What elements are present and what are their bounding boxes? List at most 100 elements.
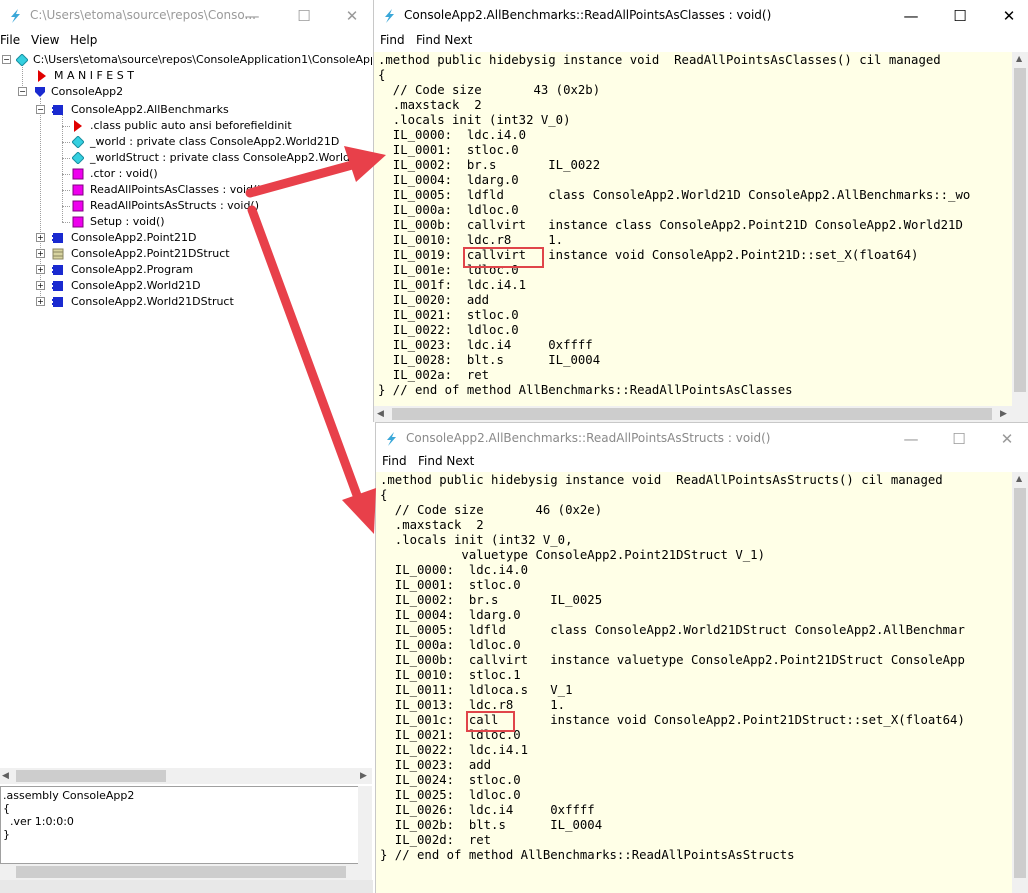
code-line: IL_0001: stloc.0 xyxy=(378,143,519,157)
collapse-icon[interactable]: − xyxy=(2,55,11,64)
minimize-button[interactable]: — xyxy=(894,427,928,451)
expand-icon[interactable]: + xyxy=(36,233,45,242)
code-line: .maxstack 2 xyxy=(380,518,484,532)
callvirt-highlight-box xyxy=(463,247,544,268)
code-line: .maxstack 2 xyxy=(378,98,482,112)
class-blue-icon xyxy=(52,265,63,275)
method-magenta-icon xyxy=(72,168,84,180)
code-line: // Code size 43 (0x2b) xyxy=(378,83,601,97)
class-blue-icon xyxy=(52,297,63,307)
code-line: IL_0000: ldc.i4.0 xyxy=(380,563,529,577)
classes-vertical-scrollbar[interactable]: ▲ xyxy=(1012,52,1028,408)
close-button[interactable]: ✕ xyxy=(990,427,1024,451)
minimize-button[interactable]: — xyxy=(235,4,269,28)
collapse-icon[interactable]: − xyxy=(18,87,27,96)
code-line: IL_0011: ldloca.s V_1 xyxy=(380,683,573,697)
structs-vertical-scrollbar[interactable]: ▲ xyxy=(1012,472,1028,893)
ildasm-app-icon xyxy=(11,9,20,23)
main-window-title: C:\Users\etoma\source\repos\Conso... xyxy=(30,8,256,22)
menu-file[interactable]: File xyxy=(0,33,20,47)
structs-menubar: Find Find Next xyxy=(376,453,1028,471)
code-line: // Code size 46 (0x2e) xyxy=(380,503,603,517)
code-line: IL_0023: ldc.i4 0xffff xyxy=(378,338,593,352)
diamond-cyan-icon xyxy=(72,152,84,164)
code-line: IL_0019: callvirt instance void ConsoleA… xyxy=(378,248,919,262)
close-button[interactable]: ✕ xyxy=(335,4,369,28)
code-line: IL_0022: ldloc.0 xyxy=(378,323,519,337)
scroll-up-icon[interactable]: ▲ xyxy=(1016,474,1022,483)
code-line: IL_002b: blt.s IL_0004 xyxy=(380,818,603,832)
structs-titlebar: ConsoleApp2.AllBenchmarks::ReadAllPoints… xyxy=(376,423,1028,455)
code-line: valuetype ConsoleApp2.Point21DStruct V_1… xyxy=(380,548,765,562)
classes-menubar: Find Find Next xyxy=(374,32,1028,50)
code-line: IL_000a: ldloc.0 xyxy=(378,203,519,217)
code-line: } // end of method AllBenchmarks::ReadAl… xyxy=(378,383,793,397)
expand-icon[interactable]: + xyxy=(36,281,45,290)
menu-find-next[interactable]: Find Next xyxy=(416,33,472,47)
expand-icon[interactable]: + xyxy=(36,297,45,306)
scroll-thumb[interactable] xyxy=(392,408,992,420)
class-blue-icon xyxy=(52,233,63,243)
assembly-info-pane: .assembly ConsoleApp2 { .ver 1:0:0:0 } xyxy=(0,786,360,864)
scroll-left-icon[interactable]: ◀ xyxy=(377,409,384,419)
code-line: IL_000b: callvirt instance class Console… xyxy=(378,218,963,232)
classes-code-view[interactable]: .method public hidebysig instance void R… xyxy=(374,52,1012,408)
tree-horizontal-scrollbar[interactable]: ◀ ▶ xyxy=(0,768,372,784)
menu-find[interactable]: Find xyxy=(382,454,407,468)
menu-view[interactable]: View xyxy=(31,33,59,47)
ildasm-main-window: C:\Users\etoma\source\repos\Conso... — ☐… xyxy=(0,0,373,893)
structs-window-title: ConsoleApp2.AllBenchmarks::ReadAllPoints… xyxy=(406,431,771,445)
scroll-thumb[interactable] xyxy=(16,866,346,878)
code-line: IL_0010: stloc.1 xyxy=(380,668,521,682)
status-strip xyxy=(0,880,373,893)
expand-icon[interactable]: + xyxy=(36,249,45,258)
maximize-button[interactable]: ☐ xyxy=(943,4,977,28)
code-line: IL_0004: ldarg.0 xyxy=(378,173,519,187)
scroll-right-icon[interactable]: ▶ xyxy=(1000,409,1007,419)
call-highlight-box xyxy=(466,711,515,732)
maximize-button[interactable]: ☐ xyxy=(942,427,976,451)
info-vertical-scrollbar[interactable] xyxy=(358,786,372,864)
menu-find[interactable]: Find xyxy=(380,33,405,47)
minimize-button[interactable]: — xyxy=(894,4,928,28)
menu-find-next[interactable]: Find Next xyxy=(418,454,474,468)
class-blue-icon xyxy=(52,281,63,291)
classes-horizontal-scrollbar[interactable]: ◀ ▶ xyxy=(374,406,1028,422)
expand-icon[interactable]: + xyxy=(36,265,45,274)
scroll-right-icon[interactable]: ▶ xyxy=(360,771,367,781)
code-line: IL_0020: add xyxy=(378,293,490,307)
collapse-icon[interactable]: − xyxy=(36,105,45,114)
maximize-button[interactable]: ☐ xyxy=(287,4,321,28)
code-line: IL_000b: callvirt instance valuetype Con… xyxy=(380,653,965,667)
code-line: IL_0005: ldfld class ConsoleApp2.World21… xyxy=(378,188,971,202)
code-line: IL_0026: ldc.i4 0xffff xyxy=(380,803,595,817)
classes-titlebar: ConsoleApp2.AllBenchmarks::ReadAllPoints… xyxy=(374,0,1028,32)
scroll-thumb[interactable] xyxy=(1014,68,1026,392)
info-horizontal-scrollbar[interactable] xyxy=(0,864,372,880)
ildasm-app-icon xyxy=(385,9,394,23)
code-line: IL_0023: add xyxy=(380,758,492,772)
class-blue-icon xyxy=(52,105,63,115)
scroll-left-icon[interactable]: ◀ xyxy=(2,771,9,781)
code-line: IL_001f: ldc.i4.1 xyxy=(378,278,527,292)
code-line: IL_0002: br.s IL_0022 xyxy=(378,158,601,172)
code-line: .method public hidebysig instance void R… xyxy=(378,53,941,67)
method-magenta-icon xyxy=(72,216,84,228)
code-line: IL_0010: ldc.r8 1. xyxy=(378,233,564,247)
scroll-thumb[interactable] xyxy=(1014,488,1026,878)
ildasm-app-icon xyxy=(387,432,396,446)
code-line: IL_000a: ldloc.0 xyxy=(380,638,521,652)
code-line: IL_002d: ret xyxy=(380,833,492,847)
shield-blue-icon xyxy=(35,87,45,97)
main-menubar: File View Help xyxy=(0,32,373,50)
triangle-red-icon xyxy=(38,70,46,82)
scroll-up-icon[interactable]: ▲ xyxy=(1016,54,1022,63)
menu-help[interactable]: Help xyxy=(70,33,97,47)
code-line: IL_0025: ldloc.0 xyxy=(380,788,521,802)
code-line: IL_0000: ldc.i4.0 xyxy=(378,128,527,142)
scroll-thumb[interactable] xyxy=(16,770,166,782)
code-line: IL_0001: stloc.0 xyxy=(380,578,521,592)
close-button[interactable]: ✕ xyxy=(992,4,1026,28)
structs-code-view[interactable]: .method public hidebysig instance void R… xyxy=(376,472,1012,893)
method-magenta-icon xyxy=(72,184,84,196)
